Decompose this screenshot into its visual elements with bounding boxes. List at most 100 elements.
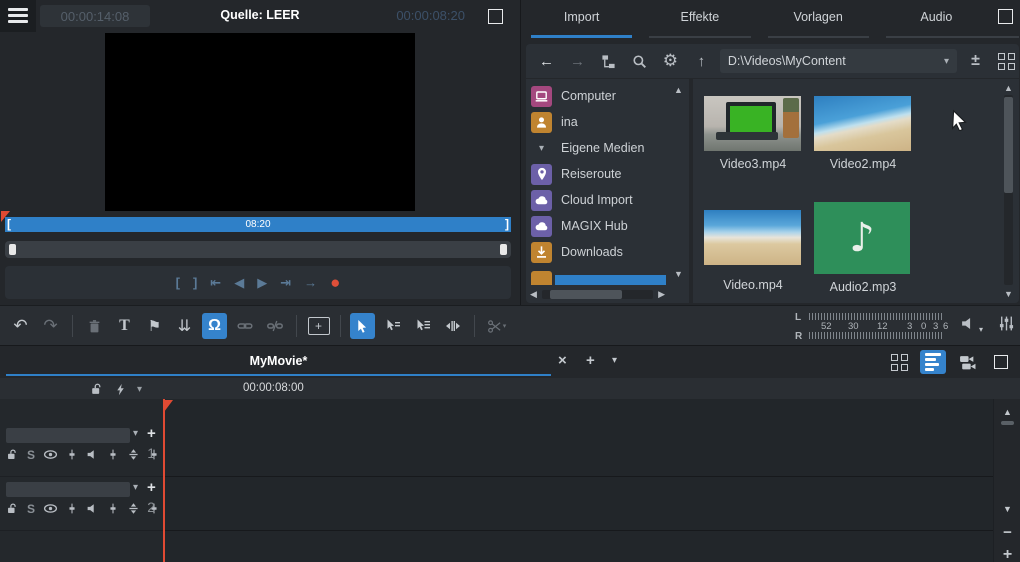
file-name[interactable]: Video2.mp4 bbox=[803, 157, 923, 171]
detach-monitor-icon[interactable] bbox=[488, 9, 503, 24]
range-start-bracket[interactable]: [ bbox=[7, 217, 11, 232]
speaker-icon[interactable]: ▾ bbox=[960, 315, 977, 332]
corner-chevron-icon[interactable]: ▾ bbox=[137, 384, 142, 395]
multicam-view-icon[interactable] bbox=[954, 350, 980, 374]
mouse-mode-all-tracks-icon[interactable] bbox=[410, 313, 435, 339]
path-dropdown[interactable]: D:\Videos\MyContent ▾ bbox=[720, 49, 957, 73]
mark-out-button[interactable]: ] bbox=[193, 275, 197, 290]
track-pan-fader-icon[interactable] bbox=[107, 448, 119, 461]
redo-icon[interactable]: ↷ bbox=[38, 313, 63, 339]
scroll-left-icon[interactable]: ◀ bbox=[530, 289, 542, 300]
auto-preview-bolt-icon[interactable] bbox=[114, 383, 127, 396]
zoom-to-range-icon[interactable]: + bbox=[306, 313, 331, 339]
track-lock-icon[interactable] bbox=[6, 448, 19, 461]
vscroll-thumb[interactable] bbox=[1001, 421, 1014, 425]
unlink-objects-icon[interactable] bbox=[262, 313, 287, 339]
track-visibility-eye-icon[interactable] bbox=[43, 447, 58, 462]
track-options-chevron-icon[interactable]: ▾ bbox=[133, 428, 138, 439]
track-curve-icon[interactable] bbox=[127, 502, 140, 515]
track-options-chevron-icon[interactable]: ▾ bbox=[133, 482, 138, 493]
track-lock-icon[interactable] bbox=[6, 502, 19, 515]
tab-vorlagen[interactable]: Vorlagen bbox=[766, 0, 871, 40]
mark-in-button[interactable]: [ bbox=[176, 275, 180, 290]
mouse-mode-single-icon[interactable] bbox=[380, 313, 405, 339]
track-pan-fader-icon[interactable] bbox=[107, 502, 119, 515]
main-menu-icon[interactable] bbox=[8, 8, 28, 24]
vscroll-thumb[interactable] bbox=[1004, 97, 1013, 193]
chevron-down-icon[interactable]: ▾ bbox=[531, 143, 552, 154]
play-button[interactable]: ▶ bbox=[257, 275, 267, 291]
source-scrubber[interactable] bbox=[5, 241, 511, 258]
track-volume-fader-icon[interactable] bbox=[66, 448, 78, 461]
nav-back-icon[interactable]: ← bbox=[534, 49, 559, 73]
track-curve-icon[interactable] bbox=[127, 448, 140, 461]
settings-gear-icon[interactable]: ⚙ bbox=[658, 49, 683, 73]
timeline-tracks-area[interactable] bbox=[163, 399, 993, 562]
scroll-right-icon[interactable]: ▶ bbox=[653, 289, 665, 300]
search-icon[interactable] bbox=[627, 49, 652, 73]
timeline-playhead[interactable] bbox=[163, 399, 165, 562]
scroll-down-icon[interactable]: ▼ bbox=[674, 269, 683, 279]
track-solo-button[interactable]: S bbox=[27, 502, 35, 516]
file-thumbnail-audio2[interactable]: ♪ bbox=[814, 202, 910, 274]
tree-item-downloads[interactable]: Downloads bbox=[531, 240, 623, 264]
delete-icon[interactable] bbox=[82, 313, 107, 339]
track-height-minus-icon[interactable]: − bbox=[994, 524, 1020, 541]
project-list-chevron-icon[interactable]: ▾ bbox=[612, 355, 617, 366]
track-height-plus-icon[interactable]: + bbox=[994, 546, 1020, 562]
track-lane-2[interactable] bbox=[163, 477, 993, 531]
file-name[interactable]: Video3.mp4 bbox=[693, 157, 813, 171]
file-thumbnail-video3[interactable] bbox=[704, 96, 801, 151]
link-objects-icon[interactable] bbox=[232, 313, 257, 339]
track-name-field[interactable] bbox=[6, 482, 130, 497]
selected-item-highlight[interactable] bbox=[555, 275, 666, 285]
timeline-view-icon[interactable] bbox=[920, 350, 946, 374]
range-end-bracket[interactable]: ] bbox=[505, 217, 509, 232]
record-button[interactable]: ● bbox=[330, 273, 340, 293]
track-mute-speaker-icon[interactable] bbox=[86, 502, 99, 515]
file-thumbnail-video[interactable] bbox=[704, 210, 801, 265]
project-tab[interactable]: MyMovie* bbox=[6, 346, 551, 376]
nav-forward-icon[interactable]: → bbox=[565, 49, 590, 73]
track-add-icon[interactable]: + bbox=[147, 479, 156, 496]
track-lane-1[interactable] bbox=[163, 423, 993, 477]
track-volume-fader-icon[interactable] bbox=[66, 502, 78, 515]
group-objects-icon[interactable]: ⇊ bbox=[172, 313, 197, 339]
vscroll-up-icon[interactable]: ▲ bbox=[994, 407, 1020, 417]
title-text-icon[interactable]: T bbox=[112, 313, 137, 339]
tree-item-magix-hub[interactable]: MAGIX Hub bbox=[531, 214, 628, 238]
scrub-handle-right[interactable] bbox=[500, 244, 507, 255]
tree-item-eigene-medien[interactable]: ▾ Eigene Medien bbox=[531, 136, 644, 160]
mouse-mode-pointer-icon[interactable] bbox=[350, 313, 375, 339]
track-mute-speaker-icon[interactable] bbox=[86, 448, 99, 461]
folder-up-icon[interactable]: ↑ bbox=[689, 49, 714, 73]
next-frame-button[interactable]: ⇥ bbox=[280, 275, 291, 291]
tree-item-computer[interactable]: Computer bbox=[531, 84, 616, 108]
jump-to-start-button[interactable]: ⇤ bbox=[210, 275, 221, 291]
timeline-playhead-flag[interactable] bbox=[164, 400, 173, 412]
scrub-handle-left[interactable] bbox=[9, 244, 16, 255]
scroll-up-icon[interactable]: ▲ bbox=[674, 85, 683, 95]
tree-view-icon[interactable] bbox=[596, 49, 621, 73]
hscroll-thumb[interactable] bbox=[550, 290, 622, 299]
tree-item-partial[interactable] bbox=[531, 271, 552, 285]
detach-mediapool-icon[interactable] bbox=[998, 9, 1013, 24]
jump-to-end-button[interactable]: → bbox=[304, 275, 317, 290]
import-export-icon[interactable]: ± bbox=[963, 49, 988, 73]
fullscreen-view-icon[interactable] bbox=[988, 350, 1014, 374]
lock-all-icon[interactable] bbox=[90, 382, 104, 396]
view-options-icon[interactable] bbox=[994, 49, 1019, 73]
storyboard-view-icon[interactable] bbox=[886, 350, 912, 374]
stretch-mode-icon[interactable] bbox=[440, 313, 465, 339]
marker-flag-icon[interactable]: ⚑ bbox=[142, 313, 167, 339]
tree-horizontal-scrollbar[interactable]: ◀ ▶ bbox=[530, 289, 665, 300]
tab-effekte[interactable]: Effekte bbox=[647, 0, 752, 40]
previous-frame-button[interactable]: ◀ bbox=[234, 275, 244, 291]
mixer-icon[interactable] bbox=[998, 315, 1015, 332]
tab-import[interactable]: Import bbox=[529, 0, 634, 40]
tree-item-reiseroute[interactable]: Reiseroute bbox=[531, 162, 621, 186]
track-name-field[interactable] bbox=[6, 428, 130, 443]
track-add-icon[interactable]: + bbox=[147, 425, 156, 442]
close-project-icon[interactable]: × bbox=[558, 352, 567, 369]
video-preview[interactable] bbox=[105, 33, 415, 211]
